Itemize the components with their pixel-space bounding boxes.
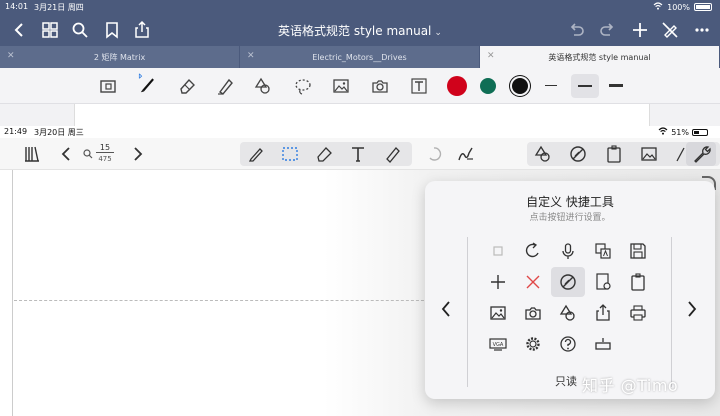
blank-tool-icon[interactable] <box>481 236 515 266</box>
redo-icon[interactable] <box>598 20 618 40</box>
tab-style-manual[interactable]: ✕ 英语格式规范 style manual <box>480 46 720 68</box>
page-divider <box>14 300 434 301</box>
watermark: 知乎 @Timo <box>582 376 679 395</box>
popup-subtitle: 点击按钮进行设置。 <box>529 213 611 223</box>
battery-percent: 51% <box>671 127 689 137</box>
zoom-window-icon[interactable] <box>98 76 118 96</box>
readonly-label[interactable]: 只读 <box>555 373 577 389</box>
highlighter-icon[interactable] <box>215 76 235 96</box>
quick-tools-popup: 自定义 快捷工具 点击按钮进行设置。 VGA 只读 <box>425 181 715 399</box>
handwriting-icon[interactable] <box>456 144 476 164</box>
undo-icon[interactable] <box>566 20 586 40</box>
next-page-icon[interactable] <box>128 144 148 164</box>
page-indicator[interactable]: 15 475 <box>80 142 120 166</box>
popup-title: 自定义 快捷工具 <box>526 195 614 209</box>
close-icon[interactable]: ✕ <box>487 51 495 61</box>
vga-output-icon[interactable]: VGA <box>481 329 515 359</box>
close-icon[interactable] <box>516 267 550 297</box>
close-icon[interactable]: ✕ <box>247 51 255 61</box>
wifi-icon <box>653 2 663 12</box>
close-icon[interactable]: ✕ <box>7 51 15 61</box>
help-icon[interactable] <box>551 329 585 359</box>
text-box-icon[interactable] <box>409 76 429 96</box>
eraser-icon[interactable] <box>177 76 197 96</box>
divider-left <box>467 237 468 387</box>
eraser-icon[interactable] <box>314 144 334 164</box>
total-pages: 475 <box>98 155 112 163</box>
prev-page-icon[interactable] <box>56 144 76 164</box>
divider-right <box>671 237 672 387</box>
stroke-width-thin[interactable] <box>545 85 557 86</box>
reader-toolbar: 15 475 <box>0 138 720 170</box>
tab-electric-motors[interactable]: ✕ Electric_Motors__Drives <box>240 46 480 68</box>
battery-icon <box>692 128 708 136</box>
next-page-icon[interactable] <box>685 299 699 319</box>
image-icon[interactable] <box>481 298 515 328</box>
status-date: 3月20日 周三 <box>34 128 84 137</box>
add-page-icon[interactable] <box>630 20 650 40</box>
clipboard-icon[interactable] <box>621 267 655 297</box>
chevron-down-icon: ⌄ <box>434 28 442 38</box>
status-bar: 14:01 3月21日 周四 100% <box>0 0 720 14</box>
toolbar-toggle-icon[interactable] <box>586 329 620 359</box>
document-title-text: 英语格式规范 style manual <box>278 24 432 38</box>
bluetooth-pen-icon[interactable] <box>137 73 163 99</box>
undo-icon[interactable] <box>516 236 550 266</box>
page-settings-icon[interactable] <box>586 267 620 297</box>
library-icon[interactable] <box>22 144 42 164</box>
highlighter-icon[interactable] <box>382 144 402 164</box>
share-icon[interactable] <box>586 298 620 328</box>
camera-icon[interactable] <box>516 298 550 328</box>
add-icon[interactable] <box>481 267 515 297</box>
status-right: 51% <box>658 127 708 137</box>
stroke-width-thick[interactable] <box>609 84 623 87</box>
battery-icon <box>694 3 712 11</box>
shapes-icon[interactable] <box>551 298 585 328</box>
status-bar-secondary: 21:49 3月20日 周三 51% <box>0 126 720 138</box>
tab-label: Electric_Motors__Drives <box>312 52 407 62</box>
status-right: 100% <box>653 2 712 12</box>
tab-bar: ✕ 2 矩阵 Matrix ✕ Electric_Motors__Drives … <box>0 46 720 68</box>
status-time: 21:49 <box>4 127 28 136</box>
shapes-icon[interactable] <box>253 76 273 96</box>
wifi-icon <box>658 127 668 137</box>
stroke-width-medium[interactable] <box>578 85 592 87</box>
status-date: 3月21日 周四 <box>34 3 84 12</box>
prev-page-icon[interactable] <box>439 299 453 319</box>
lasso-icon[interactable] <box>293 76 313 96</box>
pen-icon[interactable] <box>246 144 266 164</box>
wrench-icon[interactable] <box>686 142 716 166</box>
selection-icon[interactable] <box>280 144 300 164</box>
microphone-icon[interactable] <box>551 236 585 266</box>
page-preview <box>74 104 650 126</box>
no-pen-icon[interactable] <box>551 267 585 297</box>
print-icon[interactable] <box>621 298 655 328</box>
status-time: 14:01 <box>5 2 29 11</box>
svg-text:VGA: VGA <box>493 342 504 348</box>
nav-bar: 英语格式规范 style manual ⌄ <box>0 14 720 46</box>
camera-icon[interactable] <box>370 76 390 96</box>
more-icon[interactable] <box>692 20 712 40</box>
tab-label: 2 矩阵 Matrix <box>93 52 146 62</box>
page-strip <box>0 104 720 126</box>
save-icon[interactable] <box>621 236 655 266</box>
pen-off-icon[interactable] <box>660 20 680 40</box>
shapes-icon[interactable] <box>533 144 553 164</box>
settings-gear-icon[interactable] <box>516 329 550 359</box>
battery-percent: 100% <box>667 2 690 12</box>
tab-matrix[interactable]: ✕ 2 矩阵 Matrix <box>0 46 240 68</box>
no-pen-icon[interactable] <box>568 144 588 164</box>
text-icon[interactable] <box>348 144 368 164</box>
tab-label: 英语格式规范 style manual <box>548 52 651 62</box>
color-swatch-black[interactable] <box>512 78 528 94</box>
color-swatch-green[interactable] <box>480 78 496 94</box>
undo-icon[interactable] <box>424 144 444 164</box>
translate-icon[interactable] <box>586 236 620 266</box>
color-swatch-red[interactable] <box>447 76 467 96</box>
search-icon <box>82 148 94 160</box>
image-icon[interactable] <box>639 144 659 164</box>
image-icon[interactable] <box>331 76 351 96</box>
current-page: 15 <box>96 143 114 153</box>
clipboard-icon[interactable] <box>604 144 624 164</box>
